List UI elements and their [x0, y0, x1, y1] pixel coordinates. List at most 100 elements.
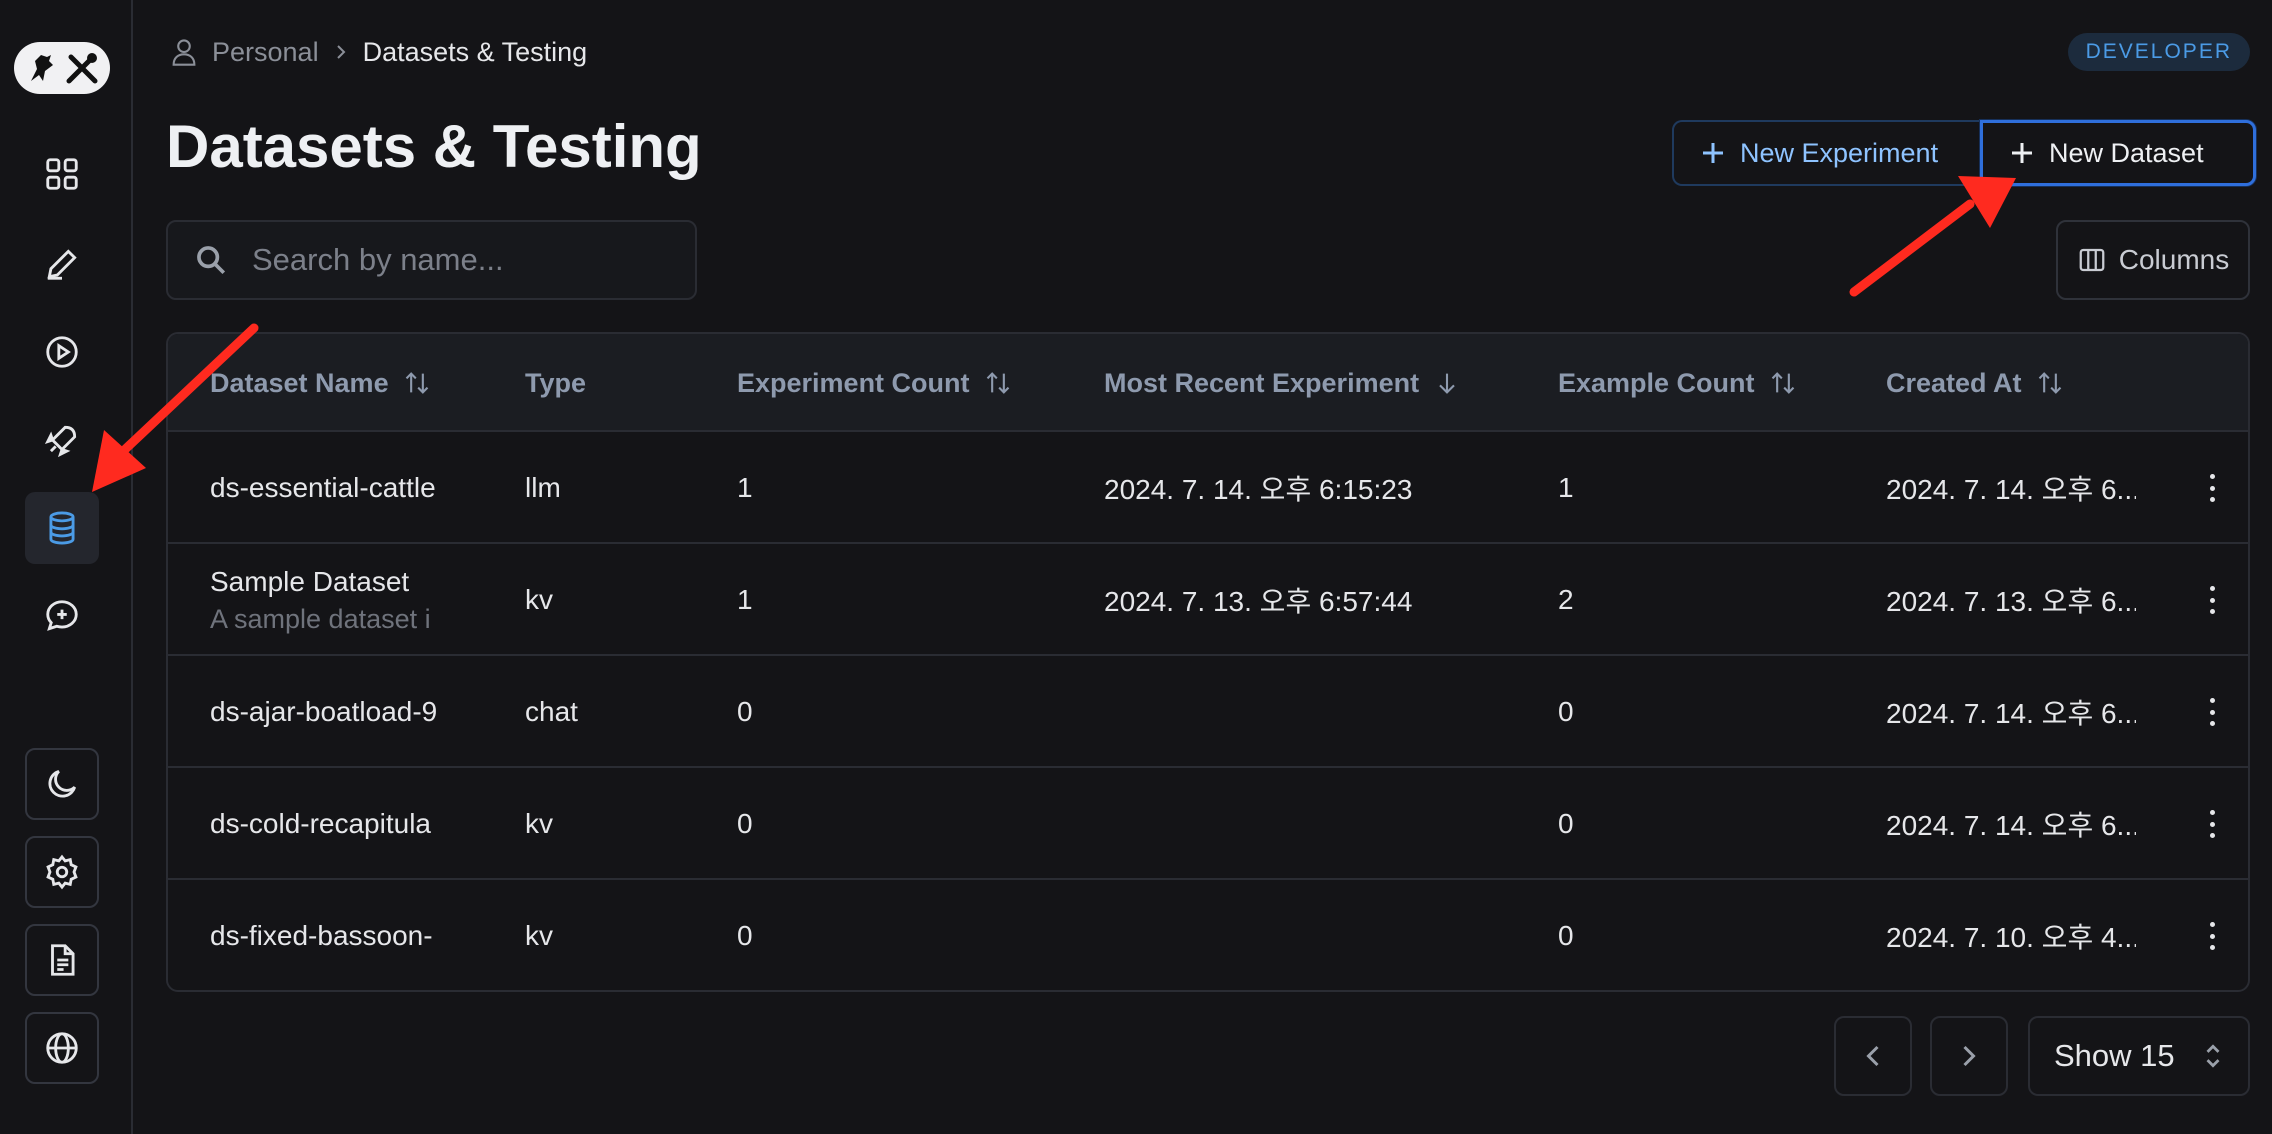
chevron-right-icon [1963, 1045, 1976, 1067]
experiment-count: 0 [737, 808, 753, 839]
dataset-description: A sample dataset i [210, 603, 431, 634]
breadcrumb-parent[interactable]: Personal [212, 37, 319, 68]
dataset-type: llm [525, 472, 561, 503]
plus-icon [2012, 143, 2032, 163]
experiment-count: 1 [737, 584, 753, 615]
experiment-count: 0 [737, 920, 753, 951]
header-example-count[interactable]: Example Count [1558, 334, 1797, 432]
row-menu-icon[interactable] [2202, 468, 2222, 508]
breadcrumb-current: Datasets & Testing [362, 36, 588, 67]
table-row[interactable]: Sample Dataset A sample dataset i kv 1 2… [168, 544, 2248, 656]
dataset-name: Sample Dataset [210, 565, 410, 597]
dataset-type: kv [525, 808, 553, 839]
dataset-name[interactable]: ds-cold-recapitula [210, 768, 440, 880]
chevron-up-down-icon [2206, 1044, 2220, 1068]
experiment-count: 1 [737, 472, 753, 503]
example-count: 0 [1558, 920, 1574, 951]
most-recent-experiment: 2024. 7. 14. 오후 6:15:23 [1104, 474, 1413, 505]
docs-button[interactable] [25, 924, 99, 996]
chat-plus-icon [46, 600, 78, 631]
search-box [166, 220, 697, 300]
dataset-name-cell[interactable]: Sample Dataset A sample dataset i [210, 544, 446, 656]
dataset-name[interactable]: ds-fixed-bassoon- [210, 880, 440, 990]
header-label: Created At [1886, 367, 2022, 398]
tools-icon [66, 53, 98, 84]
sidebar [0, 0, 133, 1134]
pen-icon [47, 249, 77, 280]
header-most-recent-experiment[interactable]: Most Recent Experiment [1104, 334, 1461, 432]
breadcrumb: Personal Datasets & Testing [170, 32, 587, 72]
sort-icon [2038, 372, 2061, 394]
header-created-at[interactable]: Created At [1886, 334, 2064, 432]
sidebar-item-playground[interactable] [25, 316, 99, 388]
example-count: 2 [1558, 584, 1574, 615]
sidebar-item-datasets[interactable] [25, 492, 99, 564]
created-at: 2024. 7. 14. 오후 6... [1886, 474, 2136, 505]
search-icon [197, 246, 226, 275]
rocket-icon [44, 425, 77, 458]
settings-button[interactable] [25, 836, 99, 908]
created-at: 2024. 7. 14. 오후 6... [1886, 810, 2136, 841]
bird-icon [31, 55, 53, 81]
sidebar-item-projects[interactable] [25, 138, 99, 210]
next-page-button[interactable] [1930, 1016, 2008, 1096]
dataset-type: kv [525, 584, 553, 615]
dataset-type: chat [525, 696, 578, 727]
row-menu-icon[interactable] [2202, 692, 2222, 732]
example-count: 0 [1558, 808, 1574, 839]
columns-button[interactable]: Columns [2056, 220, 2250, 300]
sort-down-icon [1439, 373, 1455, 394]
page-size-label: Show 15 [2054, 1038, 2175, 1073]
header-type: Type [525, 334, 586, 432]
header-label: Most Recent Experiment [1104, 367, 1420, 398]
table-row[interactable]: ds-essential-cattle llm 1 2024. 7. 14. 오… [168, 432, 2248, 544]
page-size-select[interactable]: Show 15 [2028, 1016, 2250, 1096]
plus-icon [1703, 143, 1723, 163]
app-logo[interactable] [14, 42, 110, 94]
dashboard-icon [46, 158, 78, 190]
document-icon [51, 944, 75, 976]
chevron-right-icon [336, 45, 345, 59]
header-label: Experiment Count [737, 367, 970, 398]
dataset-name[interactable]: ds-ajar-boatload-9 [210, 656, 440, 768]
environment-badge: DEVELOPER [2067, 33, 2250, 71]
header-label: Type [525, 367, 587, 398]
new-experiment-button[interactable]: New Experiment [1672, 120, 1980, 186]
table-row[interactable]: ds-ajar-boatload-9 chat 0 0 2024. 7. 14.… [168, 656, 2248, 768]
new-dataset-label: New Dataset [2049, 137, 2204, 168]
table-row[interactable]: ds-fixed-bassoon- kv 0 0 2024. 7. 10. 오후… [168, 880, 2248, 990]
gear-icon [46, 854, 78, 890]
new-experiment-label: New Experiment [1740, 137, 1939, 168]
table-row[interactable]: ds-cold-recapitula kv 0 0 2024. 7. 14. 오… [168, 768, 2248, 880]
prev-page-button[interactable] [1834, 1016, 1912, 1096]
globe-icon [46, 1032, 78, 1064]
table-header: Dataset Name Type Experiment Count Most … [168, 334, 2248, 432]
sort-icon [405, 372, 428, 394]
annotation-arrow-new-dataset [1849, 176, 2016, 297]
chevron-left-icon [1866, 1045, 1879, 1067]
play-icon [46, 336, 78, 368]
sidebar-item-prompts[interactable] [25, 228, 99, 300]
new-dataset-button[interactable]: New Dataset [1980, 120, 2256, 186]
row-menu-icon[interactable] [2202, 804, 2222, 844]
sidebar-item-deployments[interactable] [25, 404, 99, 476]
most-recent-experiment: 2024. 7. 13. 오후 6:57:44 [1104, 586, 1413, 617]
columns-icon [2079, 248, 2105, 272]
page-title: Datasets & Testing [166, 113, 702, 180]
example-count: 1 [1558, 472, 1574, 503]
sort-icon [1771, 372, 1794, 394]
create-button-group: New Experiment New Dataset [1672, 120, 2256, 186]
datasets-table: Dataset Name Type Experiment Count Most … [166, 332, 2250, 992]
language-button[interactable] [25, 1012, 99, 1084]
header-label: Example Count [1558, 367, 1755, 398]
header-dataset-name[interactable]: Dataset Name [210, 334, 431, 432]
theme-toggle-button[interactable] [25, 748, 99, 820]
sidebar-item-feedback[interactable] [25, 580, 99, 652]
header-experiment-count[interactable]: Experiment Count [737, 334, 1012, 432]
row-menu-icon[interactable] [2202, 916, 2222, 956]
row-menu-icon[interactable] [2202, 580, 2222, 620]
dataset-name[interactable]: ds-essential-cattle [210, 432, 440, 544]
search-input[interactable] [252, 242, 672, 278]
header-label: Dataset Name [210, 367, 389, 398]
columns-label: Columns [2118, 244, 2230, 275]
